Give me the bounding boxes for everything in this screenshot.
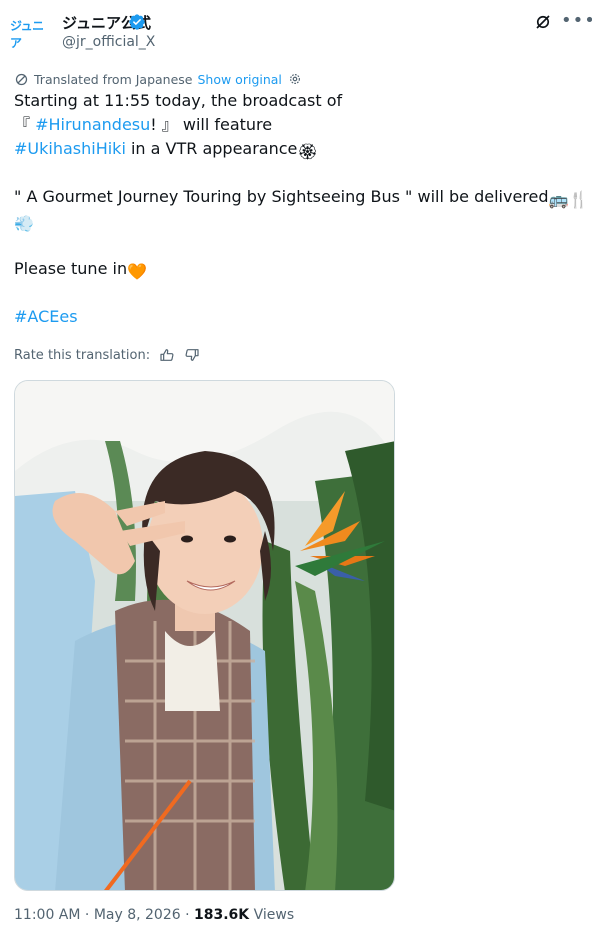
verified-badge-icon xyxy=(129,14,145,30)
gear-icon[interactable] xyxy=(288,72,302,86)
grok-icon[interactable] xyxy=(534,13,552,31)
translate-icon xyxy=(15,73,28,85)
handle[interactable]: @jr_official_X xyxy=(62,34,155,50)
tweet-header: ジュニア ジュニア公式 @jr_official_X ••• xyxy=(0,0,592,66)
translation-notice: Translated from Japanese Show original xyxy=(14,70,302,88)
hashtag-link[interactable]: #UkihashiHiki xyxy=(14,139,126,158)
orange-heart-emoji: 🧡 xyxy=(127,262,147,281)
rate-label: Rate this translation: xyxy=(14,347,151,363)
hashtag-link[interactable]: #Hirunandesu xyxy=(35,115,150,134)
tweet-line: #ACEes xyxy=(14,305,584,329)
separator: · xyxy=(80,907,94,923)
tweet-line: " A Gourmet Journey Touring by Sightseei… xyxy=(14,185,588,209)
separator: · xyxy=(180,907,195,923)
flower-emoji: 🏵 xyxy=(297,142,318,161)
tweet-photo[interactable] xyxy=(14,380,395,891)
bus-fork-emoji: 🚌🍴 xyxy=(548,190,589,209)
tweet-line: 💨 xyxy=(14,209,584,233)
tweet-meta: 11:00 AM · May 8, 2026 · 183.6K Views xyxy=(14,907,294,923)
translated-label: Translated from Japanese xyxy=(34,71,193,87)
tweet-text: Starting at 11:55 today, the broadcast o… xyxy=(14,89,588,329)
tweet-time[interactable]: 11:00 AM xyxy=(14,907,80,923)
rate-translation: Rate this translation: xyxy=(14,346,200,364)
avatar[interactable]: ジュニア xyxy=(10,12,54,56)
tweet-line: 『 #Hirunandesu! 』 will feature xyxy=(14,115,273,134)
tweet-line: #UkihashiHiki in a VTR appearance🏵 xyxy=(14,137,584,161)
more-options-icon[interactable]: ••• xyxy=(561,12,592,30)
show-original-link[interactable]: Show original xyxy=(197,72,281,87)
views-label: Views xyxy=(249,907,295,923)
tweet-date[interactable]: May 8, 2026 xyxy=(94,907,181,923)
tweet-line: Please tune in🧡 xyxy=(14,257,584,281)
tweet-line: Starting at 11:55 today, the broadcast o… xyxy=(14,91,343,110)
dash-emoji: 💨 xyxy=(14,214,34,233)
thumbs-down-icon[interactable] xyxy=(184,347,200,363)
hashtag-link[interactable]: #ACEes xyxy=(14,307,78,326)
views-count[interactable]: 183.6K xyxy=(194,907,249,923)
thumbs-up-icon[interactable] xyxy=(159,347,175,363)
photo-illustration xyxy=(15,381,394,890)
